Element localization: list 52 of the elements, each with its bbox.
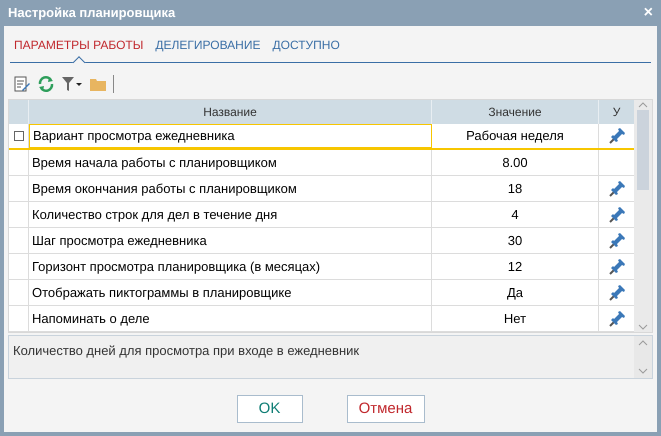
pin-icon <box>608 180 626 198</box>
column-header: Значение <box>432 100 599 124</box>
row-checkbox[interactable] <box>14 131 24 141</box>
scroll-down-icon[interactable] <box>638 324 648 330</box>
cancel-button[interactable]: Отмена <box>346 395 424 423</box>
scrollbar-thumb[interactable] <box>637 110 649 190</box>
table-row[interactable]: Горизонт просмотра планировщика (в месяцах) 12 <box>9 254 634 280</box>
table-row[interactable]: Вариант просмотра ежедневника Рабочая неделя <box>9 124 634 150</box>
tab[interactable]: ПАРАМЕТРЫ РАБОТЫ <box>14 36 144 54</box>
table-cell: Вариант просмотра ежедневника <box>29 124 432 148</box>
ok-button[interactable]: OK <box>236 395 302 423</box>
pin-icon <box>608 206 626 224</box>
table-row[interactable]: Время начала работы с планировщиком 8.00 <box>9 150 634 176</box>
table-cell: Отображать пиктограммы в планировщике <box>29 280 432 305</box>
table-cell: Время начала работы с планировщиком <box>29 150 432 175</box>
table-cell: Количество строк для дел в течение дня <box>29 202 432 227</box>
table-row[interactable]: Напоминать о деле Нет <box>9 306 634 332</box>
table-cell: 4 <box>432 202 599 227</box>
table-cell: Да <box>432 280 599 305</box>
scroll-up-icon[interactable] <box>638 340 648 346</box>
filter-icon[interactable] <box>61 75 83 93</box>
pin-icon <box>608 310 626 328</box>
pin-icon <box>608 232 626 250</box>
table-cell: Напоминать о деле <box>29 306 432 331</box>
table-row[interactable]: Отображать пиктограммы в планировщике Да <box>9 280 634 306</box>
tab[interactable]: ДОСТУПНО <box>272 36 340 54</box>
table-row[interactable]: Время окончания работы с планировщиком 18 <box>9 176 634 202</box>
pin-icon <box>608 258 626 276</box>
scrollbar[interactable] <box>634 336 652 378</box>
table-cell: Горизонт просмотра планировщика (в месяцах) <box>29 254 432 279</box>
edit-document-icon[interactable] <box>13 75 31 93</box>
table-cell: Нет <box>432 306 599 331</box>
refresh-icon[interactable] <box>37 75 55 93</box>
scroll-up-icon[interactable] <box>638 102 648 108</box>
pin-icon <box>608 127 626 145</box>
scrollbar[interactable] <box>634 100 652 332</box>
description-text: Количество дней для просмотра при входе в ежедневник <box>12 342 360 360</box>
table-cell: 8.00 <box>432 150 599 175</box>
column-header: У <box>612 104 622 121</box>
table-row[interactable]: Количество строк для дел в течение дня 4 <box>9 202 634 228</box>
pin-icon <box>608 284 626 302</box>
table-row[interactable]: Шаг просмотра ежедневника 30 <box>9 228 634 254</box>
table-cell: Рабочая неделя <box>432 124 599 148</box>
table-cell: 18 <box>432 176 599 201</box>
table-cell: 30 <box>432 228 599 253</box>
table-cell: 12 <box>432 254 599 279</box>
scroll-down-icon[interactable] <box>638 368 648 374</box>
table-cell: Время окончания работы с планировщиком <box>29 176 432 201</box>
table-cell: Шаг просмотра ежедневника <box>29 228 432 253</box>
window-title: Настройка планировщика <box>8 4 176 22</box>
column-header: Название <box>29 100 432 124</box>
tab[interactable]: ДЕЛЕГИРОВАНИЕ <box>155 36 260 54</box>
